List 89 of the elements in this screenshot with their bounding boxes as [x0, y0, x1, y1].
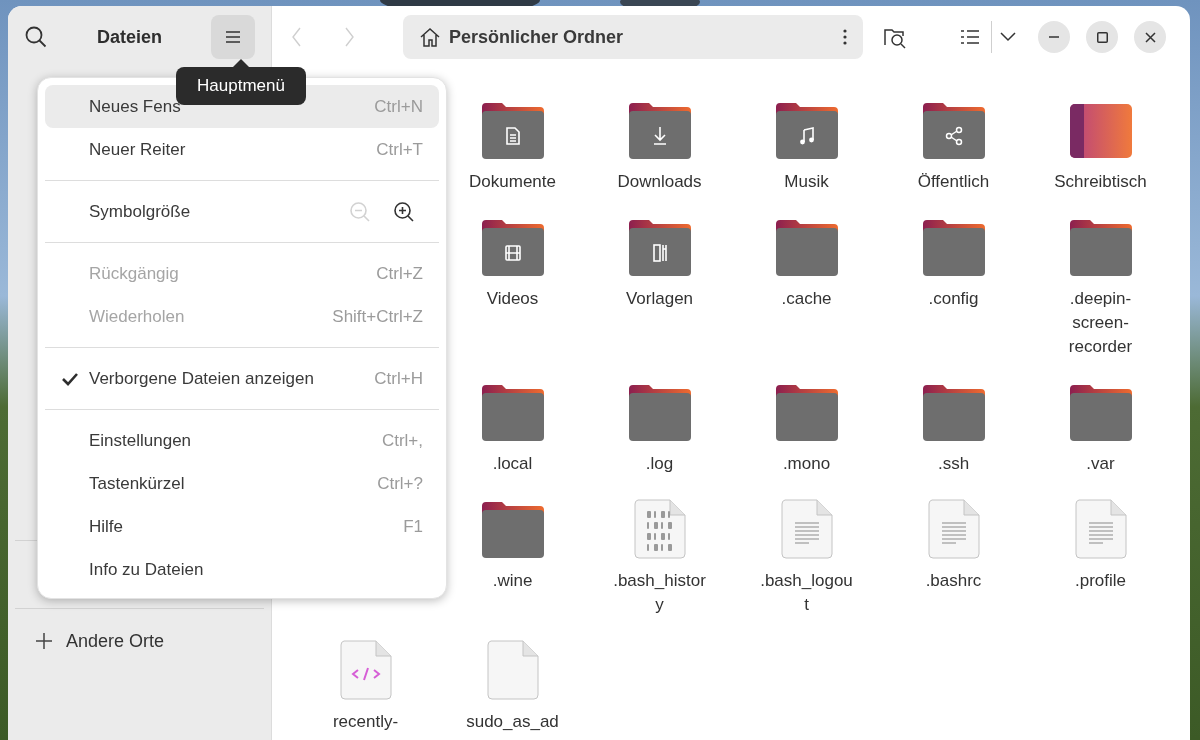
sidebar-item-label: Andere Orte — [66, 629, 165, 653]
file-name: .ssh — [937, 453, 970, 475]
list-view-icon[interactable] — [961, 29, 979, 45]
text-file-icon — [780, 499, 833, 559]
shortcut-label: Ctrl+T — [376, 138, 423, 161]
file-name: Downloads — [617, 171, 702, 193]
file-name: .cache — [781, 288, 832, 310]
menu-item-label: Tastenkürzel — [89, 472, 185, 495]
zoom-in-icon[interactable] — [393, 200, 415, 223]
shortcut-label: Ctrl+H — [374, 367, 423, 390]
code-file-icon — [339, 640, 392, 700]
maximize-icon — [1096, 31, 1108, 43]
menu-item[interactable]: Neuer Reiter Ctrl+T — [45, 128, 439, 171]
main-menu-button[interactable] — [211, 15, 255, 59]
folder-icon — [627, 102, 692, 160]
menu-item-label: Wiederholen — [89, 305, 185, 328]
shortcut-label: Ctrl+, — [381, 429, 423, 452]
file-name: .wine — [492, 570, 533, 592]
shortcut-label: F1 — [403, 515, 423, 538]
file-name: .bash_logou t — [760, 570, 853, 616]
file-icon — [486, 640, 539, 700]
menu-item-label: Rückgängig — [89, 262, 179, 285]
folder-icon — [774, 219, 839, 277]
shortcut-label: Ctrl+? — [377, 472, 423, 495]
folder-icon — [774, 384, 839, 442]
menu-icon — [226, 31, 240, 43]
shortcut-label: Shift+Ctrl+Z — [332, 305, 423, 328]
menu-item[interactable]: Tastenkürzel Ctrl+? — [45, 462, 439, 505]
file-name: .local — [492, 453, 533, 475]
folder-icon — [480, 501, 545, 559]
plus-icon — [36, 633, 52, 649]
menu-item-label: Neuer Reiter — [89, 138, 186, 161]
menu-item-label: Info zu Dateien — [89, 558, 204, 581]
folder-icon — [1068, 219, 1133, 277]
menu-item[interactable]: Einstellungen Ctrl+, — [45, 419, 439, 462]
path-bar[interactable]: Persönlicher Ordner — [403, 15, 863, 59]
file-name: Dokumente — [469, 171, 556, 193]
file-name: Vorlagen — [625, 288, 694, 310]
shortcut-label: Ctrl+N — [374, 95, 423, 118]
shortcut-label: Ctrl+Z — [376, 262, 423, 285]
binary-file-icon — [633, 499, 686, 559]
folder-icon — [774, 102, 839, 160]
menu-item-label: Hilfe — [89, 515, 123, 538]
file-name: sudo_as_ad — [466, 711, 559, 733]
desktop-folder-icon — [1069, 104, 1132, 160]
file-name: .log — [645, 453, 674, 475]
file-name: recently- — [332, 711, 399, 733]
menu-item[interactable]: Hilfe F1 — [45, 505, 439, 548]
close-icon — [1144, 31, 1156, 43]
text-file-icon — [927, 499, 980, 559]
file-name: .deepin- screen- recorder — [1068, 288, 1133, 358]
menu-item[interactable]: Verborgene Dateien anzeigen Ctrl+H — [45, 357, 439, 400]
menu-item-label: Symbolgröße — [89, 200, 191, 223]
folder-icon — [921, 219, 986, 277]
folder-icon — [921, 102, 986, 160]
folder-icon — [1068, 384, 1133, 442]
folder-icon — [627, 384, 692, 442]
file-name: .var — [1086, 453, 1115, 475]
chevron-down-icon[interactable] — [1000, 32, 1016, 42]
text-file-icon — [1074, 499, 1127, 559]
file-name: .bashrc — [925, 570, 982, 592]
file-name: Schreibtisch — [1054, 171, 1147, 193]
file-name: Musik — [784, 171, 829, 193]
menu-item-label: Einstellungen — [89, 429, 192, 452]
home-icon — [419, 26, 441, 48]
minimize-icon — [1049, 36, 1059, 38]
folder-icon — [480, 384, 545, 442]
search-icon[interactable] — [24, 25, 48, 49]
file-name: Videos — [486, 288, 539, 310]
maximize-button[interactable] — [1086, 21, 1118, 53]
file-name: .mono — [782, 453, 831, 475]
menu-item-label: Verborgene Dateien anzeigen — [89, 367, 314, 390]
kebab-menu-icon[interactable] — [843, 29, 847, 45]
file-name: .bash_histor y — [613, 570, 706, 616]
sidebar-title: Dateien — [96, 25, 163, 49]
folder-icon — [480, 102, 545, 160]
folder-icon — [480, 219, 545, 277]
folder-icon — [627, 219, 692, 277]
menu-item[interactable]: Info zu Dateien — [45, 548, 439, 591]
close-button[interactable] — [1134, 21, 1166, 53]
file-name: Öffentlich — [917, 171, 990, 193]
folder-icon — [921, 384, 986, 442]
checkmark-icon — [61, 371, 79, 386]
tooltip-arrow — [233, 59, 249, 67]
file-name: .config — [928, 288, 979, 310]
file-name: .profile — [1075, 570, 1126, 592]
sidebar-item[interactable]: Andere Orte — [15, 609, 264, 673]
location-label: Persönlicher Ordner — [449, 25, 624, 49]
menu-item[interactable]: Symbolgröße — [45, 190, 439, 233]
